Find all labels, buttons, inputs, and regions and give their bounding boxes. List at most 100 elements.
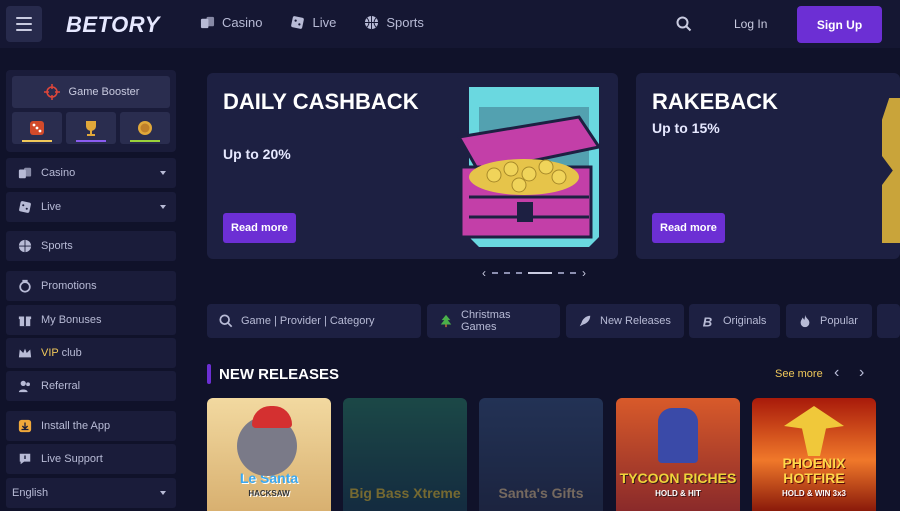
sidebar-item-casino[interactable]: Casino [6,158,176,188]
sidebar-item-vip-club[interactable]: VIP club [6,338,176,368]
nav-casino-label: Casino [222,15,263,30]
vip-label: VIP [41,347,59,359]
dice-icon [19,201,31,213]
game-title: TYCOON RICHES [619,470,737,486]
game-booster-button[interactable]: Game Booster [12,76,170,108]
booster-tile-coin[interactable] [120,112,170,144]
medal-icon [19,279,31,293]
cards-icon [18,167,32,179]
category-christmas-games[interactable]: Christmas Games [427,304,560,338]
tycoon-character-illustration [658,408,698,463]
game-search-input[interactable]: Game | Provider | Category [207,304,421,338]
game-card-tycoon-riches[interactable]: TYCOON RICHES HOLD & HIT [616,398,740,511]
game-provider: HOLD & HIT [655,489,701,498]
download-icon [18,419,32,433]
nav-sports[interactable]: Sports [364,15,424,30]
game-card-santas-gifts[interactable]: Santa's Gifts [479,398,603,511]
category-label: Popular [820,315,858,327]
santa-hat-shape [252,406,292,428]
sidebar-item-install-app[interactable]: Install the App [6,411,176,441]
sidebar-item-label: Referral [41,380,81,392]
carousel-dot-active[interactable] [528,272,552,274]
banner-subtitle: Up to 15% [652,120,720,136]
category-label: New Releases [600,315,671,327]
language-select[interactable]: English [6,478,176,508]
carousel-dot[interactable] [492,272,498,274]
sidebar-item-label: My Bonuses [41,314,102,326]
chat-icon [19,453,31,465]
category-popular[interactable]: Popular [786,304,872,338]
sidebar-item-label: Install the App [41,420,111,432]
nav-live-label: Live [312,15,337,30]
chevron-left-icon[interactable]: ‹ [834,364,839,382]
chevron-left-icon[interactable]: ‹ [482,266,486,280]
gift-icon [18,316,32,327]
game-title: Santa's Gifts [498,485,584,501]
sidebar-item-live-support[interactable]: Live Support [6,444,176,474]
christmas-tree-icon [440,314,452,328]
booster-tile-trophy[interactable] [66,112,116,144]
sidebar-item-label: Live Support [41,453,103,465]
category-label: Originals [723,315,767,327]
cards-icon [200,16,215,29]
banner-subtitle: Up to 20% [223,146,291,162]
game-card-phoenix-hotfire[interactable]: PHOENIX HOTFIRE HOLD & WIN 3x3 [752,398,876,511]
game-card-le-santa[interactable]: Le Santa HACKSAW [207,398,331,511]
banner-title: DAILY CASHBACK [223,89,419,114]
sidebar-item-label: Live [41,201,62,213]
category-new-releases[interactable]: New Releases [566,304,684,338]
search-icon[interactable] [676,16,692,32]
logo[interactable]: BETORY [66,12,160,38]
carousel-dot[interactable] [516,272,522,274]
basketball-icon [18,239,32,253]
chevron-right-icon[interactable]: › [582,266,586,280]
carousel-dot[interactable] [570,272,576,274]
banner-rakeback[interactable]: RAKEBACK Up to 15% Read more [636,73,900,259]
carousel-pagination: ‹ › [482,266,586,280]
chevron-down-icon [160,205,166,209]
login-link[interactable]: Log In [734,17,767,31]
nav-live[interactable]: Live [290,15,336,30]
signup-button[interactable]: Sign Up [797,6,882,43]
section-title: NEW RELEASES [219,366,340,383]
sidebar-item-live[interactable]: Live [6,192,176,222]
language-label: English [12,487,49,499]
menu-toggle-button[interactable] [6,6,42,42]
search-icon [219,314,233,328]
sidebar-item-referral[interactable]: Referral [6,371,176,401]
game-booster-panel: Game Booster [6,70,176,152]
sidebar: Game Booster Casino Live Sports Promotio… [6,70,176,508]
sidebar-item-sports[interactable]: Sports [6,231,176,261]
sidebar-item-label: Sports [41,240,73,252]
game-provider: HACKSAW [248,489,290,498]
game-card-big-bass[interactable]: Big Bass Xtreme [343,398,467,511]
phoenix-illustration [784,406,844,456]
trophy-icon [86,121,96,136]
category-label: Christmas Games [461,309,511,333]
red-dice-icon [30,121,44,135]
carousel-dot[interactable] [558,272,564,274]
booster-tile-dice[interactable] [12,112,62,144]
nav-casino[interactable]: Casino [200,15,262,30]
chevron-down-icon [160,491,166,495]
game-booster-label: Game Booster [68,86,140,98]
category-originals[interactable]: B Originals [689,304,780,338]
read-more-button[interactable]: Read more [652,213,725,243]
sidebar-item-my-bonuses[interactable]: My Bonuses [6,305,176,335]
sidebar-item-label: VIP club [41,347,82,359]
top-bar: BETORY Casino Live Sports Log In Sign Up [0,0,900,48]
users-icon [18,380,30,393]
chevron-right-icon[interactable]: › [859,364,864,382]
read-more-button[interactable]: Read more [223,213,296,243]
banner-title: RAKEBACK [652,89,778,114]
decorative-gold-shape [882,98,900,243]
category-more[interactable] [877,304,900,338]
crown-icon [18,348,32,358]
banner-daily-cashback[interactable]: DAILY CASHBACK Up to 20% Read more [207,73,618,259]
treasure-chest-illustration [456,87,602,247]
game-title: PHOENIX HOTFIRE [782,455,846,486]
rocket-icon [579,315,591,327]
carousel-dot[interactable] [504,272,510,274]
see-more-link[interactable]: See more [775,368,823,380]
sidebar-item-promotions[interactable]: Promotions [6,271,176,301]
